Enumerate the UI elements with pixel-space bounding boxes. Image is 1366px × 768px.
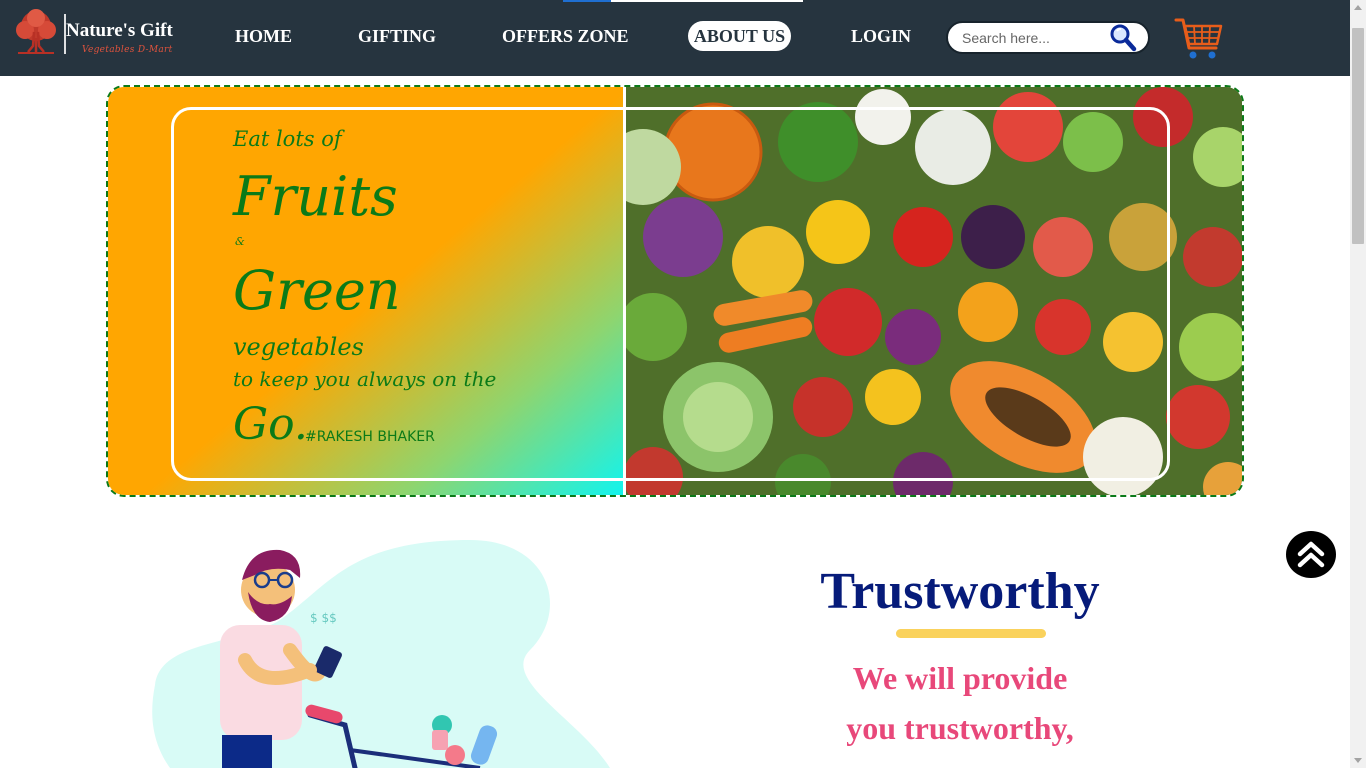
nav-offers-zone[interactable]: OFFERS ZONE bbox=[502, 21, 629, 51]
search-input[interactable] bbox=[962, 28, 1112, 48]
hero-line-green: Green bbox=[233, 259, 401, 322]
trust-title: Trustworthy bbox=[820, 563, 1100, 620]
brand-logo[interactable]: Nature's Gift Vegetables D-Mart bbox=[10, 8, 200, 60]
hero-line-go: Go. bbox=[233, 399, 308, 450]
top-navbar: Nature's Gift Vegetables D-Mart HOME GIF… bbox=[0, 0, 1350, 76]
page-scrollbar[interactable] bbox=[1350, 0, 1366, 768]
nav-login[interactable]: LOGIN bbox=[851, 21, 911, 51]
hero-gradient-panel: Eat lots of Fruits & Green vegetables to… bbox=[108, 87, 623, 495]
hero-split-line bbox=[623, 87, 626, 495]
hero-line-fruits: Fruits bbox=[233, 165, 398, 228]
search-icon[interactable] bbox=[1108, 23, 1138, 53]
cart-icon[interactable] bbox=[1174, 14, 1224, 62]
tree-logo-icon bbox=[16, 9, 56, 54]
vegetables-photo bbox=[623, 87, 1242, 495]
nav-home[interactable]: HOME bbox=[235, 21, 292, 51]
hero-line-vegetables: vegetables bbox=[233, 333, 364, 361]
hero-line-ampersand: & bbox=[235, 235, 245, 248]
scroll-down-arrow-icon[interactable] bbox=[1354, 758, 1362, 763]
hero-banner: Eat lots of Fruits & Green vegetables to… bbox=[106, 85, 1244, 497]
svg-text:$ $$: $ $$ bbox=[310, 611, 337, 625]
back-to-top-button[interactable] bbox=[1286, 531, 1336, 578]
trust-line-1: We will provide bbox=[852, 660, 1068, 696]
trust-title-underline bbox=[896, 629, 1046, 638]
scroll-progress-bar bbox=[563, 0, 803, 2]
brand-name: Nature's Gift bbox=[66, 20, 173, 41]
scroll-up-arrow-icon[interactable] bbox=[1354, 5, 1362, 10]
vegetables-image bbox=[623, 87, 1242, 495]
hero-line-eat: Eat lots of bbox=[233, 127, 342, 151]
scroll-progress-fill bbox=[563, 0, 611, 2]
trust-line-2: you trustworthy, bbox=[846, 710, 1074, 746]
brand-tagline: Vegetables D-Mart bbox=[82, 45, 173, 55]
search-box bbox=[946, 21, 1150, 54]
nav-about-us[interactable]: ABOUT US bbox=[688, 21, 791, 51]
nav-gifting[interactable]: GIFTING bbox=[358, 21, 436, 51]
double-chevron-up-icon bbox=[1297, 541, 1325, 568]
scrollbar-thumb[interactable] bbox=[1352, 28, 1364, 244]
hero-line-keep: to keep you always on the bbox=[233, 367, 497, 391]
hero-signature: #RAKESH BHAKER bbox=[305, 429, 435, 445]
shopper-illustration: $ $$ bbox=[152, 540, 610, 768]
page: Nature's Gift Vegetables D-Mart HOME GIF… bbox=[0, 0, 1366, 768]
